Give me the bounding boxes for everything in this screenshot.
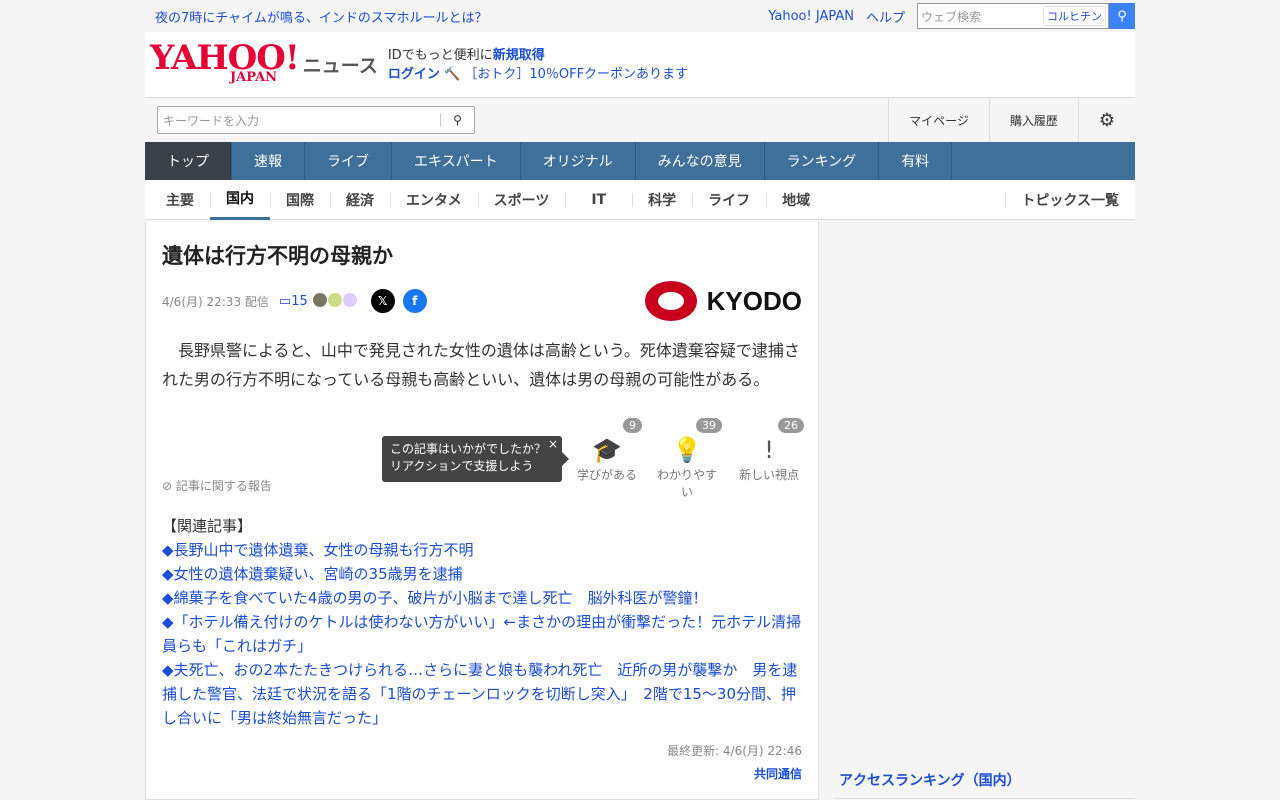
article-date: 4/6(月) 22:33 配信 bbox=[162, 294, 269, 309]
article-body: 長野県警によると、山中で発見された女性の遺体は高齢という。死体遺棄容疑で逮捕され… bbox=[162, 341, 800, 389]
sub-tab[interactable]: 経済 bbox=[330, 180, 390, 220]
login-link[interactable]: ログイン bbox=[388, 67, 440, 82]
yahoo-logo[interactable]: YAHOO! JAPAN bbox=[150, 41, 300, 84]
nav-tab[interactable]: みんなの意見 bbox=[636, 142, 765, 180]
related-heading: 【関連記事】 bbox=[162, 517, 253, 535]
nav-tab[interactable]: オリジナル bbox=[521, 142, 636, 180]
related-link[interactable]: ◆綿菓子を食べていた4歳の男の子、破片が小脳まで達し死亡 脳外科医が警鐘！ bbox=[162, 586, 802, 610]
sub-tab[interactable]: ライフ bbox=[692, 180, 766, 220]
headline-link[interactable]: 夜の7時にチャイムが鳴る、インドのスマホルールとは？ bbox=[155, 7, 488, 26]
id-text: IDでもっと便利に bbox=[387, 47, 493, 63]
close-icon[interactable]: × bbox=[548, 436, 558, 453]
commenter-avatars bbox=[312, 292, 357, 310]
top-bar: 夜の7時にチャイムが鳴る、インドのスマホルールとは？ Yahoo! JAPAN … bbox=[145, 0, 1135, 32]
sub-tab[interactable]: 国際 bbox=[270, 180, 330, 220]
header: YAHOO! JAPAN ニュース IDでもっと便利に新規取得 ログイン 🔨 ［お… bbox=[145, 32, 1135, 98]
placeholder: キーワードを入力 bbox=[163, 113, 260, 128]
reaction-new-view-button[interactable]: ! 新しい視点 26 bbox=[734, 418, 804, 483]
access-ranking-title[interactable]: アクセスランキング（国内） bbox=[835, 762, 1135, 799]
last-updated: 最終更新: 4/6(月) 22:46 bbox=[667, 744, 802, 758]
nav-tab[interactable]: ライブ bbox=[305, 142, 392, 180]
related-link[interactable]: ◆「ホテル備え付けのケトルは使わない方がいい」←まさかの理由が衝撃だった！元ホテ… bbox=[162, 610, 802, 658]
sub-tab[interactable]: IT bbox=[565, 180, 632, 220]
placeholder: ウェブ検索 bbox=[921, 9, 982, 24]
sub-tab[interactable]: 国内 bbox=[210, 180, 270, 220]
facebook-share-icon[interactable]: f bbox=[402, 289, 427, 313]
reaction-label: 学びがある bbox=[576, 468, 637, 482]
purchase-history-link[interactable]: 購入履歴 bbox=[988, 98, 1078, 142]
kyodo-logo[interactable]: KYODO bbox=[644, 281, 802, 321]
report-link[interactable]: ⊘ 記事に関する報告 bbox=[162, 477, 272, 494]
reaction-label: わかりやすい bbox=[656, 468, 717, 499]
comments-link[interactable]: ▭15 bbox=[279, 294, 308, 309]
related-link[interactable]: ◆女性の遺体遺棄疑い、宮崎の35歳男を逮捕 bbox=[162, 562, 802, 586]
help-link[interactable]: ヘルプ bbox=[866, 7, 905, 26]
reaction-count: 9 bbox=[623, 418, 642, 433]
article: 遺体は行方不明の母親か 4/6(月) 22:33 配信 ▭15 𝕏 f KYOD… bbox=[145, 222, 819, 800]
tooltip-text: この記事はいかがでしたか？ bbox=[390, 442, 547, 456]
article-title: 遺体は行方不明の母親か bbox=[162, 244, 393, 268]
web-search-input[interactable]: ウェブ検索 コルヒチン bbox=[917, 3, 1109, 29]
lightbulb-icon: 💡 bbox=[672, 436, 702, 464]
related-articles: 【関連記事】 ◆長野山中で遺体遺棄、女性の母親も行方不明 ◆女性の遺体遺棄疑い、… bbox=[162, 514, 802, 730]
reaction-label: 新しい視点 bbox=[738, 468, 799, 482]
tooltip-text: リアクションで支援しよう bbox=[390, 459, 534, 473]
web-search: ウェブ検索 コルヒチン ⚲ bbox=[917, 3, 1135, 29]
search-icon: ⚲ bbox=[1117, 8, 1127, 24]
service-name[interactable]: ニュース bbox=[303, 51, 378, 78]
yahoo-japan-link[interactable]: Yahoo! JAPAN bbox=[768, 9, 854, 24]
reaction-count: 39 bbox=[696, 418, 722, 433]
graduation-cap-icon: 🎓 bbox=[592, 436, 622, 464]
nav-tab[interactable]: 有料 bbox=[879, 142, 953, 180]
nav-tab[interactable]: トップ bbox=[145, 142, 232, 180]
sub-tab[interactable]: スポーツ bbox=[477, 180, 566, 220]
source-link[interactable]: 共同通信 bbox=[162, 765, 802, 782]
web-search-button[interactable]: ⚲ bbox=[1109, 3, 1135, 29]
topics-all-link[interactable]: トピックス一覧 bbox=[1005, 180, 1135, 220]
reaction-learn-button[interactable]: 🎓 学びがある 9 bbox=[572, 418, 642, 483]
related-link[interactable]: ◆夫死亡、おの2本たたきつけられる…さらに妻と娘も襲われ死亡 近所の男が襲撃か … bbox=[162, 658, 802, 730]
sub-nav: 主要 国内 国際 経済 エンタメ スポーツ IT 科学 ライフ 地域 トピックス… bbox=[145, 180, 1135, 220]
keyword-suggestion[interactable]: コルヒチン bbox=[1043, 6, 1106, 26]
mypage-link[interactable]: マイページ bbox=[888, 98, 989, 142]
exclamation-icon: ! bbox=[764, 436, 774, 464]
comment-icon: ▭ bbox=[278, 293, 292, 309]
sub-tab[interactable]: 主要 bbox=[150, 180, 210, 220]
main-nav: トップ 速報 ライブ エキスパート オリジナル みんなの意見 ランキング 有料 bbox=[145, 142, 1135, 180]
nav-tab[interactable]: エキスパート bbox=[392, 142, 521, 180]
hammer-icon: 🔨 bbox=[443, 66, 461, 82]
reaction-tooltip: この記事はいかがでしたか？ リアクションで支援しよう × bbox=[382, 436, 569, 482]
reaction-clear-button[interactable]: 💡 わかりやすい 39 bbox=[652, 418, 722, 500]
nav-tab[interactable]: ランキング bbox=[765, 142, 880, 180]
reaction-count: 26 bbox=[778, 418, 804, 433]
nav-tab[interactable]: 速報 bbox=[232, 142, 305, 180]
gear-icon[interactable]: ⚙ bbox=[1077, 98, 1135, 142]
x-share-icon[interactable]: 𝕏 bbox=[370, 289, 395, 313]
sub-tab[interactable]: エンタメ bbox=[390, 180, 478, 220]
search-icon[interactable]: ⚲ bbox=[440, 113, 474, 127]
report-label: 記事に関する報告 bbox=[175, 479, 272, 493]
coupon-link[interactable]: ［おトク］10％OFFクーポンあります bbox=[464, 67, 688, 82]
comment-count: 15 bbox=[291, 293, 308, 309]
keyword-input[interactable]: キーワードを入力 ⚲ bbox=[157, 106, 475, 134]
signup-link[interactable]: 新規取得 bbox=[493, 48, 545, 63]
sub-tab[interactable]: 地域 bbox=[766, 180, 826, 220]
sub-tab[interactable]: 科学 bbox=[632, 180, 692, 220]
related-link[interactable]: ◆長野山中で遺体遺棄、女性の母親も行方不明 bbox=[162, 538, 802, 562]
